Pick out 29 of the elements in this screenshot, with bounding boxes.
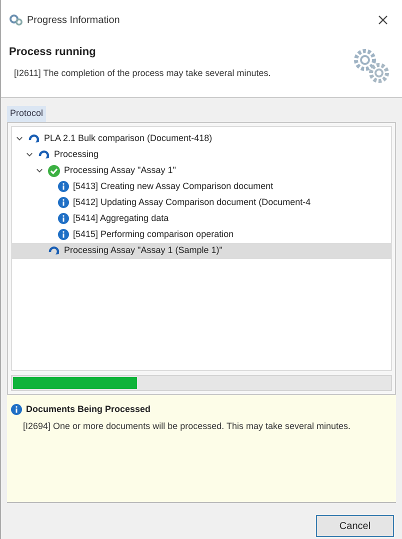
close-icon[interactable] [378, 15, 388, 25]
refresh-icon [28, 132, 40, 144]
protocol-tab[interactable]: Protocol [7, 106, 46, 122]
tree-item[interactable]: Processing [12, 146, 391, 162]
cancel-button[interactable]: Cancel [316, 515, 394, 537]
tree-item[interactable]: Processing Assay "Assay 1 (Sample 1)" [12, 242, 391, 258]
tree-item[interactable]: Processing Assay "Assay 1" [12, 162, 391, 178]
tree-item[interactable]: [5413] Creating new Assay Comparison document [12, 178, 391, 194]
gears-icon [9, 14, 23, 26]
tree-item[interactable]: PLA 2.1 Bulk comparison (Document-418) [12, 130, 391, 146]
header-title: Process running [9, 45, 97, 60]
info-icon [58, 229, 69, 240]
chevron-down-icon[interactable] [36, 167, 43, 174]
info-icon [11, 404, 22, 415]
info-icon [58, 181, 69, 192]
chevron-down-icon[interactable] [16, 135, 23, 142]
tree-item[interactable]: [5412] Updating Assay Comparison document (Document-4 [12, 194, 391, 210]
refresh-icon [38, 148, 50, 160]
tree-item[interactable]: [5414] Aggregating data [12, 210, 391, 226]
message-text: [I2694] One or more documents will be processed. This may take several minutes. [22, 420, 352, 433]
info-icon [58, 197, 69, 208]
window-title: Progress Information [27, 14, 120, 28]
tree-item[interactable]: [5415] Performing comparison operation [12, 226, 391, 242]
header-message: [I2611] The completion of the process may take several minutes. [13, 66, 272, 80]
chevron-down-icon[interactable] [26, 151, 33, 158]
info-icon [58, 213, 69, 224]
refresh-icon [48, 244, 60, 256]
message-title: Documents Being Processed [26, 402, 151, 416]
check-icon [48, 164, 60, 176]
